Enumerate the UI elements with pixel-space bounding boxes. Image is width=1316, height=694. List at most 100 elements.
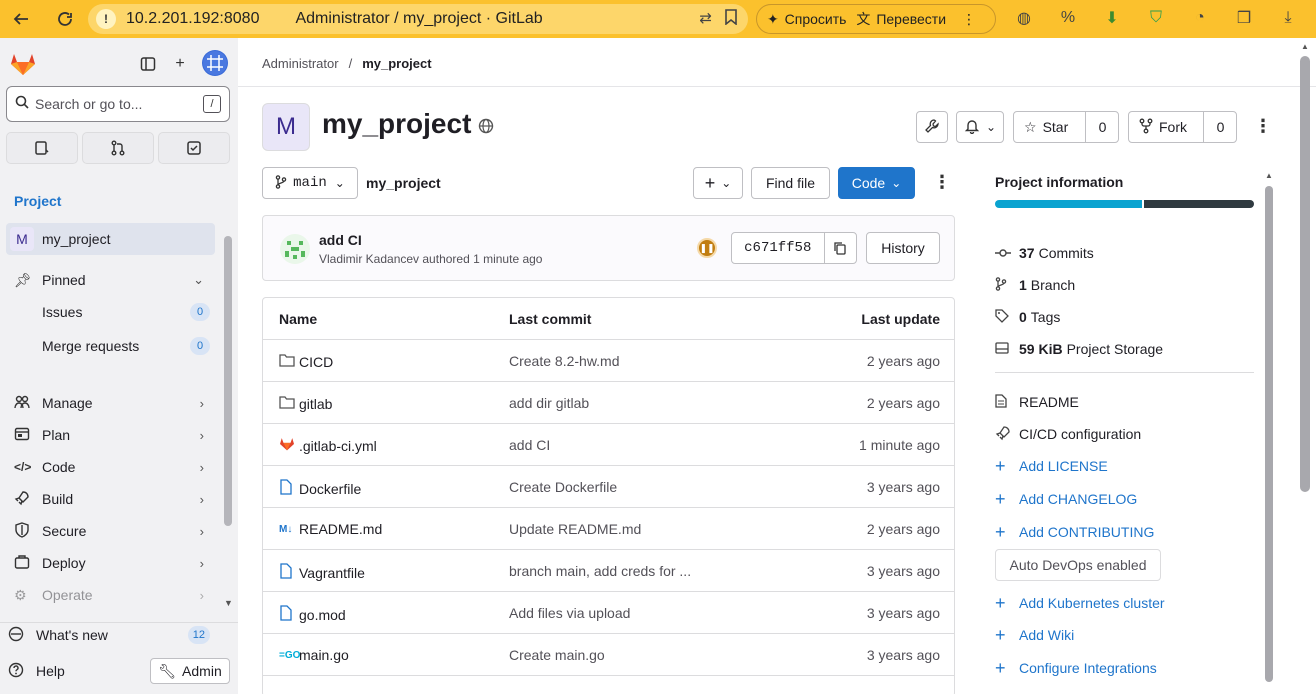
assigned-issues-button[interactable] [6,132,78,164]
percent-extension-icon[interactable]: % [1056,6,1080,30]
shield-extension-icon[interactable]: ⛉ [1144,6,1168,30]
sidebar-item-merge-requests[interactable]: Merge requests 0 [42,334,210,358]
file-last-commit[interactable]: Create Dockerfile [509,479,617,495]
fork-count[interactable]: 0 [1203,112,1237,142]
sidebar-toggle-icon[interactable] [136,52,160,76]
file-last-commit[interactable]: Create 8.2-hw.md [509,353,620,369]
readme-link[interactable]: README [995,392,1079,412]
address-bar[interactable]: ! 10.2.201.192:8080 Administrator / my_p… [88,4,748,34]
speed-extension-icon[interactable]: ◔ [1188,6,1212,30]
globe-extension-icon[interactable]: ◍ [1012,6,1036,30]
code-dropdown-button[interactable]: Code ⌄ [838,167,915,199]
add-kubernetes-link[interactable]: + Add Kubernetes cluster [995,593,1165,613]
file-name[interactable]: README.md [299,521,382,537]
whats-new-button[interactable]: What's new 12 [8,623,210,647]
tags-stat[interactable]: 0 Tags [995,307,1060,327]
ai-translate-button[interactable]: 文 Перевести [856,9,946,29]
add-changelog-link[interactable]: + Add CHANGELOG [995,489,1137,509]
download-extension-icon[interactable]: ⬇ [1100,6,1124,30]
sidebar-item-plan[interactable]: Plan › [14,423,210,447]
ai-ask-button[interactable]: ✦ Спросить [767,11,846,28]
admin-area-button[interactable]: 🔧︎ Admin [150,658,230,684]
star-count[interactable]: 0 [1085,112,1119,142]
sidebar-item-operate[interactable]: ⚙ Operate › [14,583,210,607]
table-row[interactable]: .gitlab-ci.yml add CI 1 minute ago [263,424,954,466]
commits-stat[interactable]: 37 Commits [995,243,1094,263]
search-input[interactable]: Search or go to... / [6,86,230,122]
table-row[interactable]: CICD Create 8.2-hw.md 2 years ago [263,340,954,382]
author-avatar[interactable] [279,233,311,265]
file-name[interactable]: gitlab [299,396,332,412]
page-scroll-up-icon[interactable]: ▲ [1301,42,1309,51]
file-last-commit[interactable]: Update README.md [509,521,641,537]
breadcrumb-parent[interactable]: Administrator [262,56,339,71]
table-row[interactable]: =GO main.go Create main.go 3 years ago [263,634,954,676]
pipeline-paused-icon[interactable]: ❚❚ [697,238,717,258]
sidebar-item-build[interactable]: Build › [14,487,210,511]
branches-stat[interactable]: 1 Branch [995,275,1075,295]
back-arrow-icon[interactable] [10,8,32,30]
file-name[interactable]: Vagrantfile [299,565,365,581]
scroll-up-icon[interactable]: ▲ [1265,171,1273,180]
notifications-dropdown[interactable]: ⌄ [956,111,1004,143]
insecure-warning-icon[interactable]: ! [96,9,116,29]
table-row[interactable]: gitlab add dir gitlab 2 years ago [263,382,954,424]
add-to-tree-dropdown[interactable]: + ⌄ [693,167,743,199]
history-button[interactable]: History [866,232,940,264]
translate-page-icon[interactable]: ⇄ [699,9,712,29]
gitlab-logo-icon[interactable] [10,52,36,76]
ai-more-icon[interactable]: ⋮ [962,11,976,28]
repo-more-actions-icon[interactable]: ⋮ [933,172,951,193]
copy-icon[interactable] [825,233,856,263]
project-info-scrollbar[interactable] [1265,186,1273,682]
file-last-commit[interactable]: Add files via upload [509,605,630,621]
file-last-commit[interactable]: add CI [509,437,550,453]
add-wiki-link[interactable]: + Add Wiki [995,625,1074,645]
add-license-link[interactable]: + Add LICENSE [995,456,1108,476]
cicd-configuration-link[interactable]: CI/CD configuration [995,424,1141,444]
breadcrumb-current[interactable]: my_project [362,56,431,71]
auto-devops-button[interactable]: Auto DevOps enabled [995,549,1161,581]
file-last-commit[interactable]: add dir gitlab [509,395,589,411]
sidebar-item-pinned[interactable]: 📌︎ Pinned ⌄ [14,268,210,292]
star-button[interactable]: ☆ Star 0 [1013,111,1119,143]
file-name[interactable]: main.go [299,647,349,663]
sidebar-item-manage[interactable]: Manage › [14,391,210,415]
repo-path[interactable]: my_project [366,175,441,191]
settings-wrench-button[interactable] [916,111,948,143]
create-new-icon[interactable]: + [168,52,192,76]
file-name[interactable]: .gitlab-ci.yml [299,438,377,454]
commit-title[interactable]: add CI [319,232,362,248]
sidebar-item-secure[interactable]: Secure › [14,519,210,543]
sidebar-item-code[interactable]: </> Code › [14,455,210,479]
collections-icon[interactable]: ❒ [1232,6,1256,30]
add-contributing-link[interactable]: + Add CONTRIBUTING [995,522,1154,542]
branch-selector[interactable]: main ⌄ [262,167,358,199]
find-file-button[interactable]: Find file [751,167,830,199]
bookmark-icon[interactable] [724,9,738,29]
commit-sha[interactable]: c671ff58 [732,233,825,263]
sidebar-scrollbar[interactable] [224,236,232,526]
storage-stat[interactable]: 59 KiB Project Storage [995,339,1163,359]
table-row[interactable]: Dockerfile Create Dockerfile 3 years ago [263,466,954,508]
downloads-icon[interactable]: ⤓ [1276,6,1300,30]
file-name[interactable]: CICD [299,354,333,370]
scroll-down-icon[interactable]: ▼ [224,598,233,608]
sidebar-item-issues[interactable]: Issues 0 [42,300,210,324]
file-last-commit[interactable]: branch main, add creds for ... [509,563,691,579]
table-row[interactable]: M↓ README.md Update README.md 2 years ago [263,508,954,550]
sidebar-project-item[interactable]: M my_project [6,223,215,255]
file-last-commit[interactable]: Create main.go [509,647,605,663]
file-name[interactable]: go.mod [299,607,346,623]
page-scrollbar[interactable] [1300,56,1310,492]
user-avatar[interactable] [202,50,228,76]
fork-button[interactable]: Fork 0 [1128,111,1237,143]
configure-integrations-link[interactable]: + Configure Integrations [995,658,1157,678]
sidebar-item-deploy[interactable]: Deploy › [14,551,210,575]
table-row[interactable]: Vagrantfile branch main, add creds for .… [263,550,954,592]
merge-requests-button[interactable] [82,132,154,164]
reload-icon[interactable] [54,8,76,30]
project-more-actions-icon[interactable]: ⋮ [1254,116,1272,137]
file-name[interactable]: Dockerfile [299,481,361,497]
table-row[interactable]: go.mod Add files via upload 3 years ago [263,592,954,634]
